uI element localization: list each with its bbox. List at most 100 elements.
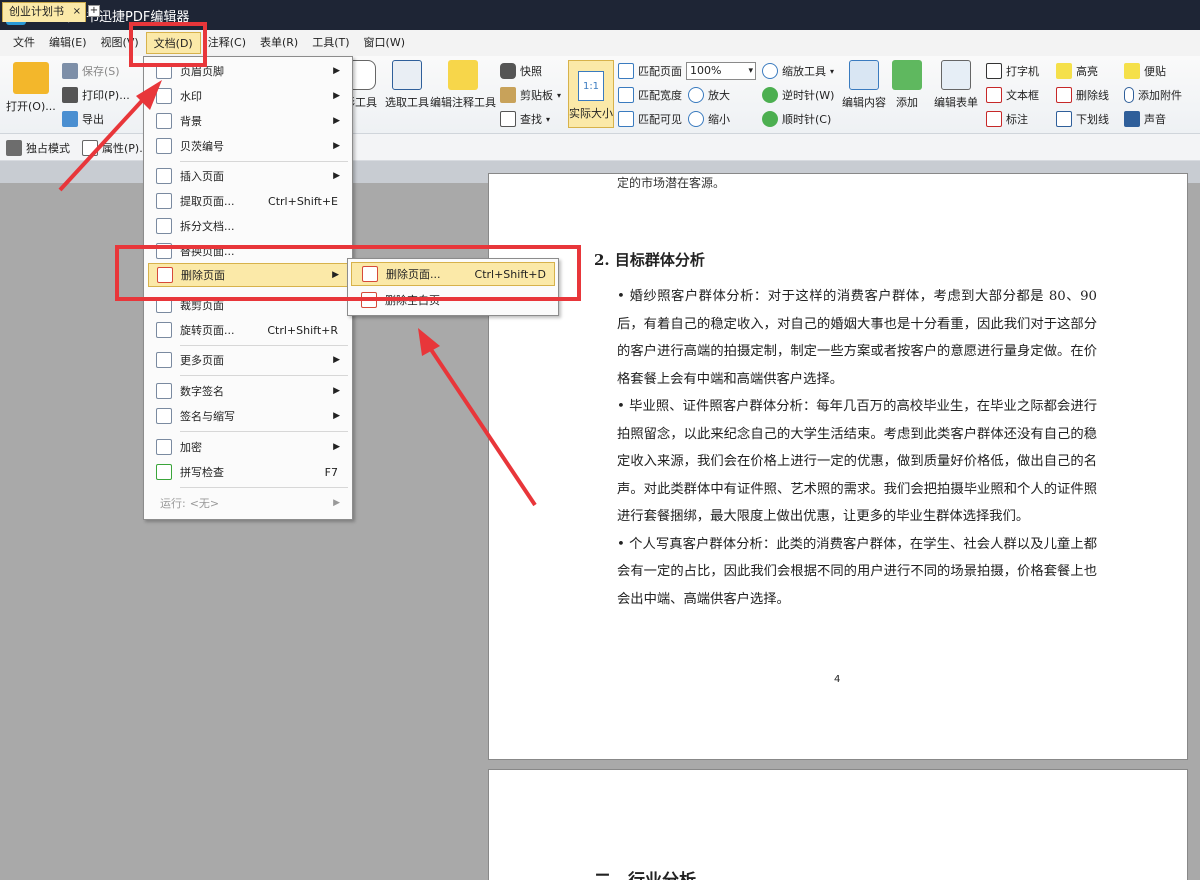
fit-visible-button[interactable]: 匹配可见 bbox=[618, 111, 682, 127]
submenu-arrow-icon: ▶ bbox=[333, 66, 340, 76]
paragraph: • 毕业照、证件照客户群体分析：每年几百万的高校毕业生，在毕业之际都会进行拍照留… bbox=[617, 399, 1097, 524]
menu-item-extract-page[interactable]: 提取页面... Ctrl+Shift+E bbox=[148, 189, 348, 213]
edit-form-button[interactable]: 编辑表单 bbox=[934, 60, 978, 110]
menu-item-encrypt[interactable]: 加密 ▶ bbox=[148, 435, 348, 459]
properties-icon bbox=[82, 140, 98, 156]
zoom-out-icon bbox=[688, 111, 704, 127]
save-icon bbox=[62, 63, 78, 79]
edit-annotation-tool-button[interactable]: 编辑注释工具 bbox=[430, 60, 496, 110]
paragraph: • 个人写真客户群体分析：此类的消费客户群体，在学生、社会人群以及儿童上都会有一… bbox=[617, 536, 1097, 607]
rotate-page-icon bbox=[156, 322, 172, 338]
typewriter-icon bbox=[986, 63, 1002, 79]
menu-separator bbox=[180, 345, 348, 346]
rotate-cw-button[interactable]: 顺时针(C) bbox=[762, 111, 831, 127]
sticky-note-button[interactable]: 便贴 bbox=[1124, 63, 1166, 79]
new-tab-button[interactable]: + bbox=[88, 5, 100, 17]
page-body: • 婚纱照客户群体分析：对于这样的消费客户群体，考虑到大部分都是 80、90 后… bbox=[617, 283, 1097, 613]
menu-separator bbox=[180, 431, 348, 432]
menu-edit[interactable]: 编辑(E) bbox=[42, 32, 94, 54]
select-tool-button[interactable]: 选取工具 bbox=[385, 60, 429, 110]
strikethrough-icon bbox=[1056, 87, 1072, 103]
annotation-icon bbox=[448, 60, 478, 90]
menu-item-split-document[interactable]: 拆分文档... bbox=[148, 214, 348, 238]
spell-check-icon bbox=[156, 464, 172, 480]
tab-document[interactable]: 创业计划书 × bbox=[2, 2, 86, 22]
magnifier-icon bbox=[762, 63, 778, 79]
fit-width-icon bbox=[618, 87, 634, 103]
clipboard-button[interactable]: 剪贴板 ▾ bbox=[500, 87, 561, 103]
callout-button[interactable]: 标注 bbox=[986, 111, 1028, 127]
menu-item-run[interactable]: 运行: <无> ▶ bbox=[148, 491, 348, 515]
find-button[interactable]: 查找 ▾ bbox=[500, 111, 550, 127]
annotation-highlight-box bbox=[115, 245, 581, 301]
clipboard-icon bbox=[500, 87, 516, 103]
menu-item-spell-check[interactable]: 拼写检查 F7 bbox=[148, 460, 348, 484]
menu-item-more-pages[interactable]: 更多页面 ▶ bbox=[148, 348, 348, 372]
zoom-out-button[interactable]: 缩小 bbox=[688, 111, 730, 127]
sound-button[interactable]: 声音 bbox=[1124, 111, 1166, 127]
highlight-icon bbox=[1056, 63, 1072, 79]
export-button[interactable]: 导出 bbox=[62, 111, 104, 127]
chevron-down-icon: ▾ bbox=[748, 66, 753, 76]
menu-separator bbox=[180, 375, 348, 376]
fit-width-button[interactable]: 匹配宽度 bbox=[618, 87, 682, 103]
rotate-ccw-icon bbox=[762, 87, 778, 103]
properties-button[interactable]: 属性(P)... bbox=[82, 140, 150, 156]
menu-item-bates-numbering[interactable]: 贝茨编号 ▶ bbox=[148, 134, 348, 158]
menu-item-background[interactable]: 背景 ▶ bbox=[148, 109, 348, 133]
actual-size-button[interactable]: 1:1 实际大小 bbox=[568, 60, 614, 128]
menu-tools[interactable]: 工具(T) bbox=[305, 32, 356, 54]
more-pages-icon bbox=[156, 352, 172, 368]
printer-icon bbox=[62, 87, 78, 103]
next-page-heading: 二、行业分析 bbox=[594, 866, 696, 880]
menu-item-digital-signature[interactable]: 数字签名 ▶ bbox=[148, 379, 348, 403]
underline-icon bbox=[1056, 111, 1072, 127]
save-button[interactable]: 保存(S) bbox=[62, 63, 120, 79]
menu-item-rotate-page[interactable]: 旋转页面... Ctrl+Shift+R bbox=[148, 318, 348, 342]
edit-content-icon bbox=[849, 60, 879, 90]
export-icon bbox=[62, 111, 78, 127]
add-icon bbox=[892, 60, 922, 90]
menu-separator bbox=[180, 487, 348, 488]
print-button[interactable]: 打印(P)... bbox=[62, 87, 130, 103]
find-icon bbox=[500, 111, 516, 127]
menu-item-insert-page[interactable]: 插入页面 ▶ bbox=[148, 164, 348, 188]
edit-content-button[interactable]: 编辑内容 bbox=[842, 60, 886, 110]
add-button[interactable]: 添加 bbox=[892, 60, 922, 110]
pdf-page: 定的市场潜在客源。 2. 目标群体分析 • 婚纱照客户群体分析：对于这样的消费客… bbox=[488, 173, 1188, 760]
underline-button[interactable]: 下划线 bbox=[1056, 111, 1109, 127]
zoom-in-button[interactable]: 放大 bbox=[688, 87, 730, 103]
menu-file[interactable]: 文件 bbox=[6, 32, 42, 54]
typewriter-button[interactable]: 打字机 bbox=[986, 63, 1039, 79]
rotate-ccw-button[interactable]: 逆时针(W) bbox=[762, 87, 834, 103]
attach-file-button[interactable]: 添加附件 bbox=[1124, 87, 1182, 103]
submenu-arrow-icon: ▶ bbox=[333, 442, 340, 452]
text-box-button[interactable]: 文本框 bbox=[986, 87, 1039, 103]
highlight-button[interactable]: 高亮 bbox=[1056, 63, 1098, 79]
sign-initials-icon bbox=[156, 408, 172, 424]
strikethrough-button[interactable]: 删除线 bbox=[1056, 87, 1109, 103]
close-tab-icon[interactable]: × bbox=[73, 3, 81, 21]
watermark-icon bbox=[156, 88, 172, 104]
text-cursor-icon bbox=[392, 60, 422, 90]
submenu-arrow-icon: ▶ bbox=[333, 141, 340, 151]
open-button[interactable]: 打开(O)... bbox=[6, 62, 56, 114]
menu-form[interactable]: 表单(R) bbox=[253, 32, 305, 54]
open-label: 打开(O)... bbox=[6, 100, 56, 113]
menu-item-watermark[interactable]: 水印 ▶ bbox=[148, 84, 348, 108]
menu-item-sign-initials[interactable]: 签名与缩写 ▶ bbox=[148, 404, 348, 428]
snapshot-button[interactable]: 快照 bbox=[500, 63, 542, 79]
speaker-icon bbox=[1124, 111, 1140, 127]
exclusive-mode-button[interactable]: 独占模式 bbox=[6, 140, 70, 156]
sticky-note-icon bbox=[1124, 63, 1140, 79]
zoom-tool-button[interactable]: 缩放工具 ▾ bbox=[762, 63, 834, 79]
bates-numbering-icon bbox=[156, 138, 172, 154]
zoom-in-icon bbox=[688, 87, 704, 103]
background-icon bbox=[156, 113, 172, 129]
menu-window[interactable]: 窗口(W) bbox=[357, 32, 412, 54]
fit-page-button[interactable]: 匹配页面 bbox=[618, 63, 682, 79]
paragraph: • 婚纱照客户群体分析：对于这样的消费客户群体，考虑到大部分都是 80、90 后… bbox=[617, 289, 1097, 387]
zoom-select[interactable]: 100% ▾ bbox=[686, 62, 756, 80]
menu-comment[interactable]: 注释(C) bbox=[201, 32, 253, 54]
submenu-arrow-icon: ▶ bbox=[333, 498, 340, 508]
